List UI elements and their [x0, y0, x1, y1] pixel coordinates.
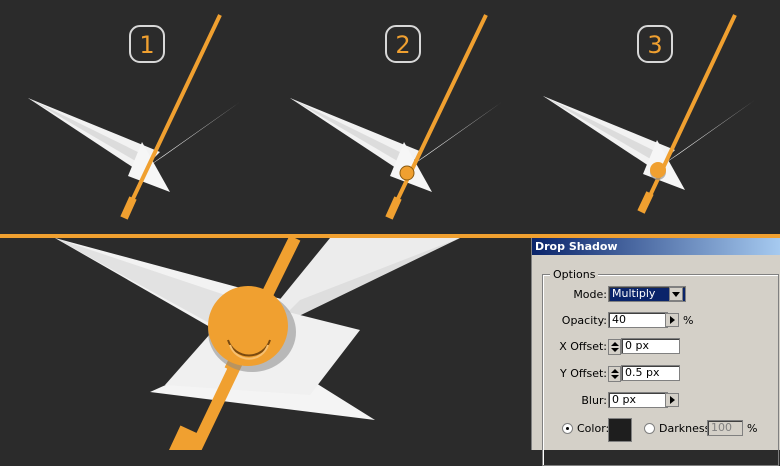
step-2-illustration: 2 [290, 14, 502, 220]
zoom-hand-pin [208, 286, 288, 366]
blur-input[interactable]: 0 px [608, 392, 668, 408]
color-swatch[interactable] [608, 418, 632, 442]
x-offset-label: X Offset: [559, 340, 607, 353]
y-offset-row: Y Offset: 0.5 px [532, 365, 780, 383]
darkness-input[interactable]: 100 [707, 420, 743, 436]
chevron-down-icon [672, 292, 680, 297]
mode-row: Mode: Multiply [532, 286, 780, 304]
opacity-unit: % [683, 314, 694, 327]
x-offset-input[interactable]: 0 px [621, 338, 680, 354]
color-label: Color: [577, 422, 610, 435]
x-offset-stepper[interactable] [608, 339, 621, 355]
step-1-illustration: 1 [28, 14, 240, 220]
zoom-detail [55, 235, 460, 450]
second-hand-tail [637, 191, 654, 214]
darkness-radio[interactable] [644, 423, 655, 434]
step-3-illustration: 3 [543, 14, 755, 214]
color-row: Color: Darkness: 100 % [532, 418, 780, 442]
y-offset-label: Y Offset: [560, 367, 607, 380]
mode-label: Mode: [573, 288, 607, 301]
chevron-right-icon [670, 396, 675, 404]
opacity-slider-button[interactable] [665, 313, 679, 327]
blur-slider-button[interactable] [665, 393, 679, 407]
step-1-number: 1 [139, 31, 154, 59]
hand-pin [650, 162, 666, 178]
opacity-label: Opacity: [561, 314, 607, 327]
drop-shadow-dialog: Drop Shadow Options Mode: Multiply Opaci… [531, 238, 780, 466]
step-3-number: 3 [647, 31, 662, 59]
second-hand-tail [120, 196, 137, 220]
clock-hands [28, 98, 240, 192]
second-hand-tail [385, 196, 402, 220]
color-radio[interactable] [562, 423, 573, 434]
x-offset-row: X Offset: 0 px [532, 338, 780, 356]
hand-pin [399, 165, 415, 181]
opacity-row: Opacity: 40 % [532, 312, 780, 330]
mode-dropdown-button[interactable] [669, 287, 683, 301]
blur-row: Blur: 0 px [532, 392, 780, 410]
darkness-unit: % [747, 422, 758, 435]
clock-hands [290, 98, 502, 192]
chevron-right-icon [670, 316, 675, 324]
options-group-label: Options [550, 268, 599, 281]
blur-label: Blur: [581, 394, 607, 407]
dialog-title: Drop Shadow [532, 238, 780, 255]
y-offset-stepper[interactable] [608, 366, 621, 382]
clock-hands [543, 96, 755, 190]
opacity-input[interactable]: 40 [608, 312, 668, 328]
darkness-label: Darkness: [659, 422, 715, 435]
step-2-number: 2 [395, 31, 410, 59]
y-offset-input[interactable]: 0.5 px [621, 365, 680, 381]
